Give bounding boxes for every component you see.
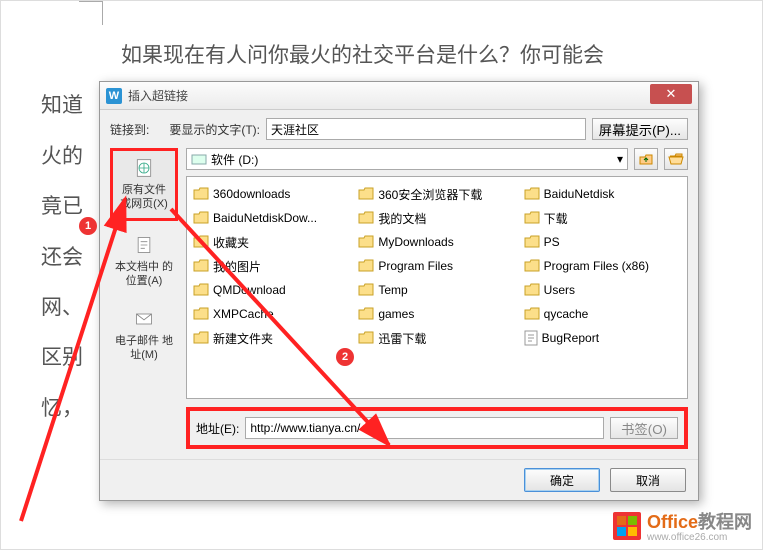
annotation-badge-2: 2 [336, 348, 354, 366]
drive-icon [191, 152, 207, 166]
file-item[interactable]: games [358, 303, 515, 325]
doc-text: 如果现在有人问你最火的社交平台是什么？你可能会 [121, 31, 741, 81]
file-item[interactable]: 我的文档 [358, 207, 515, 229]
browse-button[interactable] [664, 148, 688, 170]
ok-button[interactable]: 确定 [524, 468, 600, 492]
address-input[interactable] [245, 417, 604, 439]
file-item[interactable]: Program Files (x86) [524, 255, 681, 277]
dialog-titlebar: W 插入超链接 ✕ [100, 82, 698, 110]
cancel-button[interactable]: 取消 [610, 468, 686, 492]
file-item[interactable]: BaiduNetdiskDow... [193, 207, 350, 229]
screen-tip-button[interactable]: 屏幕提示(P)... [592, 118, 688, 140]
path-row: 软件 (D:) ▾ [186, 148, 688, 170]
file-list[interactable]: 360downloads 360安全浏览器下载 BaiduNetdisk BaiduN… [186, 176, 688, 399]
file-item[interactable]: Users [524, 279, 681, 301]
bookmark-button[interactable]: 书签(O) [610, 417, 678, 439]
file-item[interactable]: PS [524, 231, 681, 253]
file-item[interactable]: BugReport [524, 327, 681, 349]
file-item[interactable]: 收藏夹 [193, 231, 350, 253]
display-text-row: 链接到: 要显示的文字(T): 屏幕提示(P)... [100, 110, 698, 148]
file-item[interactable]: BaiduNetdisk [524, 183, 681, 205]
insert-hyperlink-dialog: W 插入超链接 ✕ 链接到: 要显示的文字(T): 屏幕提示(P)... 原有文… [99, 81, 699, 501]
address-label: 地址(E): [196, 420, 239, 437]
chevron-down-icon: ▾ [617, 152, 623, 166]
file-item[interactable]: 我的图片 [193, 255, 350, 277]
file-item[interactable]: qycache [524, 303, 681, 325]
file-item[interactable]: 迅雷下载 [358, 327, 515, 349]
link-to-label: 链接到: [110, 121, 149, 138]
sidebar-item-this-document[interactable]: 本文档中 的位置(A) [110, 227, 178, 296]
path-label: 软件 (D:) [211, 151, 258, 168]
dialog-title: 插入超链接 [128, 87, 188, 104]
document-location-icon [134, 234, 154, 256]
file-item[interactable]: MyDownloads [358, 231, 515, 253]
file-item[interactable]: Temp [358, 279, 515, 301]
path-dropdown[interactable]: 软件 (D:) ▾ [186, 148, 628, 170]
app-icon: W [106, 88, 122, 104]
file-item[interactable]: Program Files [358, 255, 515, 277]
file-item[interactable]: XMPCache [193, 303, 350, 325]
sidebar-item-label: 电子邮件 地址(M) [115, 335, 173, 361]
file-item[interactable]: 新建文件夹 [193, 327, 350, 349]
link-type-sidebar: 原有文件 或网页(X) 本文档中 的位置(A) 电子邮件 地址(M) [110, 148, 178, 449]
address-row: 地址(E): 书签(O) [186, 407, 688, 449]
globe-page-icon [134, 157, 154, 179]
email-icon [134, 308, 154, 330]
page-corner-mark [79, 1, 103, 25]
close-button[interactable]: ✕ [650, 84, 692, 104]
folder-up-icon [638, 152, 654, 166]
watermark-text: Office教程网 www.office26.com [647, 508, 752, 543]
watermark-icon [613, 512, 641, 540]
file-item[interactable]: 360downloads [193, 183, 350, 205]
sidebar-item-label: 本文档中 的位置(A) [115, 261, 173, 287]
display-text-input[interactable] [266, 118, 586, 140]
sidebar-item-email[interactable]: 电子邮件 地址(M) [110, 301, 178, 370]
dialog-body: 原有文件 或网页(X) 本文档中 的位置(A) 电子邮件 地址(M) 软件 (D… [100, 148, 698, 459]
dialog-buttons: 确定 取消 [100, 459, 698, 500]
open-folder-icon [668, 152, 684, 166]
file-browser-pane: 软件 (D:) ▾ 360downloads 360安全浏览器下载 BaiduNet… [186, 148, 688, 449]
watermark: Office教程网 www.office26.com [613, 508, 752, 543]
close-icon: ✕ [666, 86, 677, 102]
file-item[interactable]: QMDownload [193, 279, 350, 301]
up-folder-button[interactable] [634, 148, 658, 170]
annotation-badge-1: 1 [79, 217, 97, 235]
sidebar-item-label: 原有文件 或网页(X) [120, 184, 168, 210]
sidebar-item-existing-file[interactable]: 原有文件 或网页(X) [110, 148, 178, 221]
display-text-label: 要显示的文字(T): [169, 121, 260, 138]
file-item[interactable]: 下载 [524, 207, 681, 229]
file-item[interactable]: 360安全浏览器下载 [358, 183, 515, 205]
